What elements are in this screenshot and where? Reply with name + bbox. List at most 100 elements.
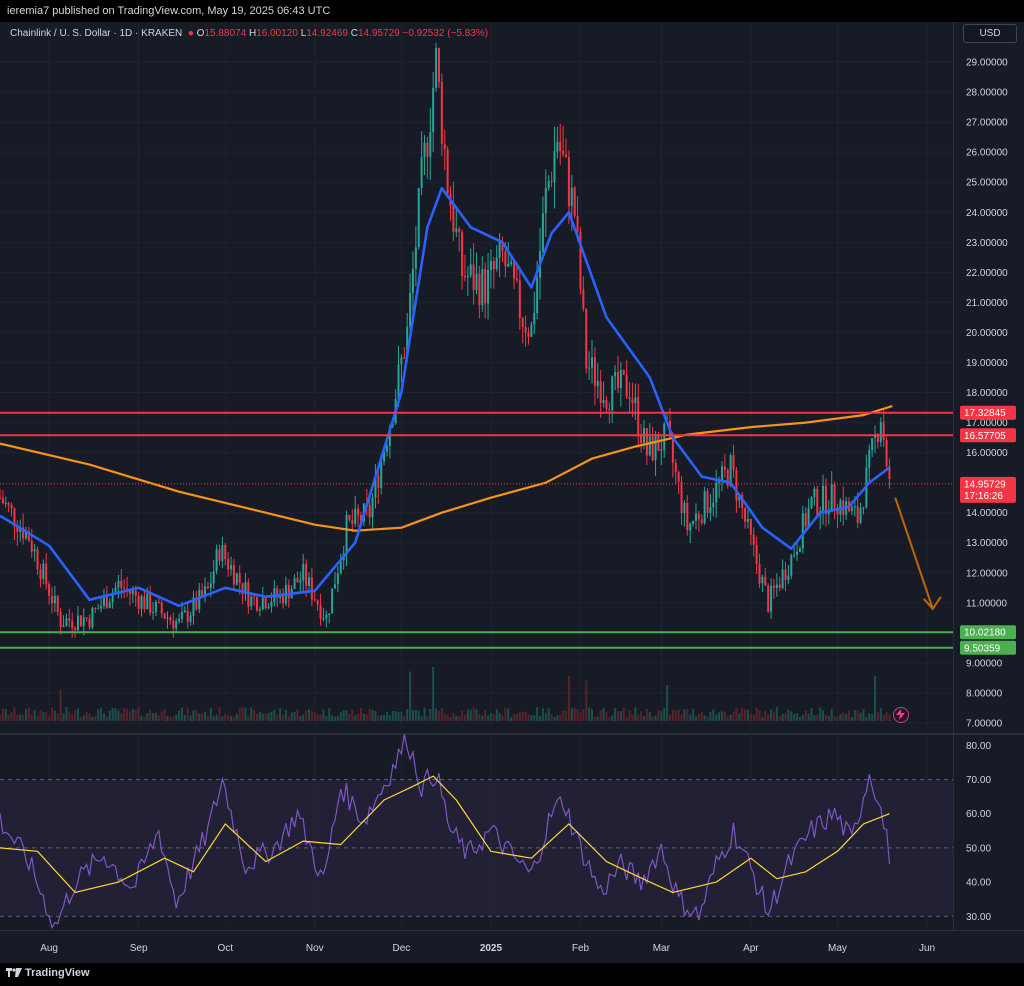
volume-bar: [784, 712, 787, 721]
volume-bar: [484, 709, 487, 721]
candle-body: [250, 596, 253, 607]
candle-body: [862, 507, 865, 509]
candle-body: [400, 357, 403, 365]
volume-bar: [244, 707, 247, 721]
candle-body: [461, 231, 464, 277]
candle-body: [316, 600, 319, 605]
candle-body: [544, 187, 547, 214]
volume-bar: [0, 714, 1, 721]
candle-body: [120, 580, 123, 588]
candle-body: [59, 611, 62, 628]
candle-body: [550, 181, 553, 183]
volume-bar: [313, 712, 316, 721]
candle-body: [617, 372, 620, 389]
symbol-name[interactable]: Chainlink / U. S. Dollar · 1D · KRAKEN: [10, 28, 182, 39]
volume-bar: [796, 713, 799, 721]
candle-body: [261, 597, 264, 610]
candle-body: [310, 577, 313, 600]
candle-body: [85, 617, 88, 619]
candle-body: [744, 508, 747, 522]
currency-button[interactable]: USD: [963, 24, 1017, 43]
volume-bar: [328, 708, 331, 721]
volume-bar: [657, 710, 660, 721]
candle-body: [778, 584, 781, 588]
price-tick-label: 13.00000: [966, 538, 1008, 549]
volume-bar: [801, 714, 804, 721]
volume-bar: [403, 715, 406, 721]
volume-bar: [230, 716, 233, 721]
candle-body: [345, 514, 348, 554]
candle-body: [437, 47, 440, 83]
volume-bar: [645, 708, 648, 721]
candle-body: [689, 523, 692, 531]
volume-bar: [680, 714, 683, 721]
volume-bar: [400, 711, 403, 721]
rsi-tick-label: 30.00: [966, 912, 991, 923]
volume-bar: [232, 716, 235, 721]
volume-bar: [729, 714, 732, 721]
candle-body: [720, 466, 723, 481]
candle-body: [588, 367, 591, 369]
candle-body: [270, 602, 273, 608]
candle-body: [850, 507, 853, 512]
volume-bar: [100, 707, 103, 721]
candle-body: [160, 602, 163, 614]
candle-body: [694, 513, 697, 521]
volume-bar: [305, 710, 308, 721]
tradingview-logo[interactable]: TradingView: [6, 967, 90, 979]
price-tick-label: 29.00000: [966, 58, 1008, 69]
volume-bar: [767, 714, 770, 721]
candle-body: [677, 472, 680, 482]
candle-body: [79, 615, 82, 627]
flash-icon[interactable]: [893, 707, 909, 723]
volume-bar: [76, 708, 79, 721]
price-tick-label: 7.00000: [966, 719, 1003, 730]
candle-body: [637, 397, 640, 435]
volume-bar: [68, 712, 71, 721]
volume-bar: [426, 715, 429, 721]
candle-body: [1, 497, 4, 504]
volume-bar: [264, 713, 267, 721]
volume-bar: [201, 713, 204, 721]
candle-body: [76, 615, 79, 630]
candle-body: [787, 575, 790, 581]
volume-bar: [556, 715, 559, 721]
volume-bar: [336, 715, 339, 721]
volume-bar: [692, 708, 695, 721]
volume-bar: [397, 711, 400, 721]
candle-body: [622, 370, 625, 375]
candle-body: [166, 617, 169, 619]
volume-bar: [625, 716, 628, 721]
candle-body: [189, 615, 192, 623]
volume-bar: [105, 716, 108, 721]
candle-body: [573, 187, 576, 216]
volume-bar: [674, 710, 677, 721]
volume-bar: [276, 714, 279, 721]
symbol-legend[interactable]: Chainlink / U. S. Dollar · 1D · KRAKEN ●…: [10, 28, 488, 39]
volume-bar: [764, 710, 767, 721]
candle-body: [885, 440, 888, 467]
volume-bar: [388, 715, 391, 721]
volume-bar: [250, 707, 253, 721]
candle-body: [492, 260, 495, 270]
volume-bar: [339, 712, 342, 721]
volume-bar: [50, 707, 53, 721]
legend-high: 16.00120: [256, 28, 298, 39]
rsi-tick-label: 50.00: [966, 843, 991, 854]
candle-body: [608, 408, 611, 411]
volume-bar: [544, 713, 547, 721]
volume-bar: [461, 710, 464, 721]
volume-bar: [871, 713, 874, 721]
volume-bar: [258, 711, 261, 721]
candle-body: [879, 422, 882, 442]
candle-body: [368, 504, 371, 518]
volume-bar: [365, 714, 368, 721]
candle-body: [423, 142, 426, 158]
candle-body: [440, 82, 443, 144]
volume-bar: [331, 715, 334, 721]
volume-bar: [406, 709, 409, 721]
candle-body: [755, 544, 758, 564]
candle-body: [154, 601, 157, 613]
candle-body: [562, 150, 565, 155]
time-tick-label: May: [828, 943, 847, 954]
